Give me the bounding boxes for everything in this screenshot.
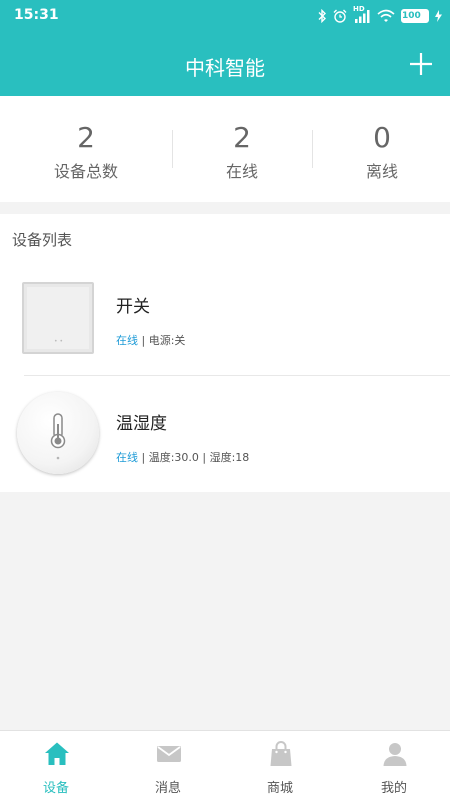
stat-online[interactable]: 2 在线 — [172, 96, 312, 182]
bluetooth-icon — [317, 9, 327, 23]
person-icon — [383, 743, 407, 766]
device-status: 在线 | 温度:30.0 | 湿度:18 — [116, 449, 249, 465]
tab-profile[interactable]: 我的 — [338, 731, 450, 800]
stat-online-value: 2 — [233, 121, 251, 154]
thermometer-sensor-icon — [17, 392, 99, 474]
device-list: 设备列表 开关 在线 | 电源:关 • • 温湿度 在线 | 温度:30.0 |… — [0, 214, 450, 492]
tab-devices[interactable]: 设备 — [0, 731, 112, 800]
tab-label: 我的 — [380, 781, 407, 796]
charging-icon — [435, 10, 442, 22]
bottom-tab-bar: 设备 消息 商城 我的 — [0, 730, 450, 800]
wall-switch-icon: • • — [22, 282, 94, 354]
shopping-bag-icon — [270, 741, 292, 766]
device-status: 在线 | 电源:关 — [116, 332, 185, 348]
battery-icon: 100 — [401, 9, 429, 23]
tab-label: 设备 — [42, 781, 69, 796]
wifi-icon — [377, 9, 395, 23]
page-title: 中科智能 — [185, 56, 265, 80]
app-header: 15:31 HD 100 中科智能 — [0, 0, 450, 96]
stat-offline-value: 0 — [373, 121, 391, 154]
stat-total-value: 2 — [77, 121, 95, 154]
device-detail: | 电源:关 — [138, 334, 186, 347]
tab-shop[interactable]: 商城 — [224, 731, 336, 800]
stat-online-label: 在线 — [225, 162, 258, 181]
stat-total[interactable]: 2 设备总数 — [16, 96, 156, 182]
device-stats: 2 设备总数 2 在线 0 离线 — [0, 96, 450, 202]
device-list-title: 设备列表 — [12, 231, 73, 249]
online-status: 在线 — [116, 334, 138, 347]
device-name: 温湿度 — [116, 414, 167, 434]
status-bar: 15:31 HD 100 — [0, 0, 450, 32]
home-icon — [45, 742, 69, 765]
plus-icon — [410, 53, 432, 75]
online-status: 在线 — [116, 451, 138, 464]
stat-offline-label: 离线 — [365, 162, 398, 181]
alarm-icon — [333, 9, 347, 23]
add-device-button[interactable] — [409, 52, 433, 76]
status-time: 15:31 — [14, 7, 59, 23]
tab-messages[interactable]: 消息 — [112, 731, 224, 800]
stat-total-label: 设备总数 — [53, 162, 118, 181]
status-icons: HD 100 — [317, 6, 442, 26]
device-detail: | 温度:30.0 | 湿度:18 — [138, 451, 250, 464]
device-name: 开关 — [116, 297, 150, 317]
signal-icon: HD — [353, 6, 371, 23]
mail-icon — [157, 746, 181, 762]
tab-label: 商城 — [266, 781, 293, 796]
stat-offline[interactable]: 0 离线 — [312, 96, 450, 182]
tab-label: 消息 — [154, 781, 181, 796]
